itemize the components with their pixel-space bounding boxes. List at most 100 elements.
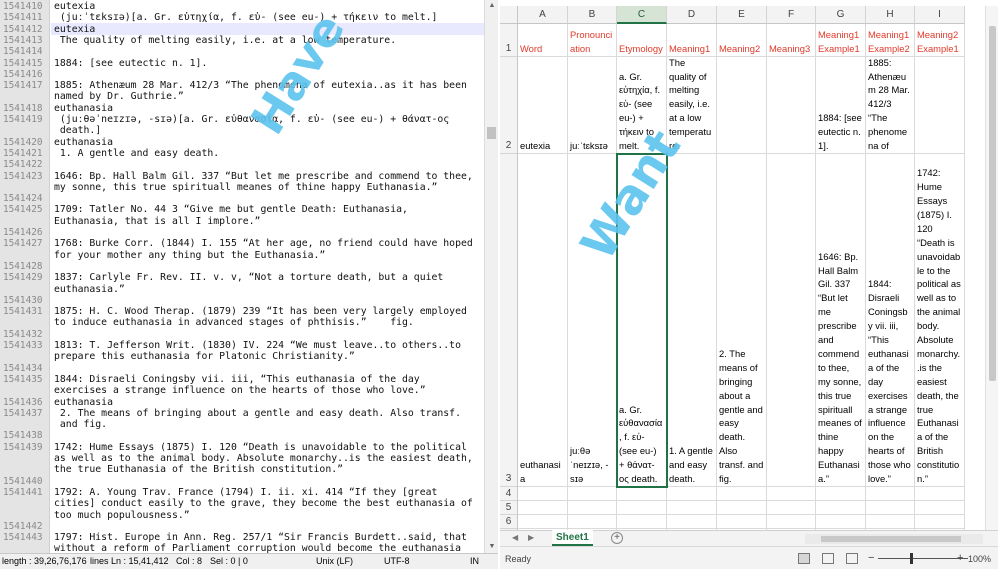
cell-text: The quality of melting easily, i.e. at a… (669, 57, 712, 152)
cell-e2[interactable] (717, 57, 767, 154)
add-sheet-icon[interactable]: + (611, 532, 623, 544)
cell-i3[interactable]: 1742: Hume Essays (1875) I. 120 “Death i… (915, 154, 965, 487)
cell-g5[interactable] (816, 501, 866, 515)
cell-g4[interactable] (816, 487, 866, 501)
cell-e6[interactable] (717, 515, 767, 529)
editor-vertical-scrollbar[interactable]: ▲ ▼ (484, 0, 498, 553)
cell-d2[interactable]: The quality of melting easily, i.e. at a… (667, 57, 717, 154)
cell-text: Meaning2 (719, 43, 761, 55)
cell-g6[interactable] (816, 515, 866, 529)
column-header-f[interactable]: F (767, 6, 816, 24)
tab-sheet1[interactable]: Sheet1 (552, 530, 593, 546)
cell-h3[interactable]: 1844: Disraeli Coningsby vii. iii, “This… (866, 154, 915, 487)
scroll-down-arrow-icon[interactable]: ▼ (485, 541, 498, 553)
cell-c4[interactable] (617, 487, 667, 501)
row-header-5[interactable]: 5 (500, 501, 518, 515)
column-header-g[interactable]: G (816, 6, 866, 24)
cell-h4[interactable] (866, 487, 915, 501)
zoom-level[interactable]: 100% (968, 554, 991, 564)
cell-f5[interactable] (767, 501, 816, 515)
cell-b1[interactable]: Pronounciation (568, 24, 617, 57)
cell-e1[interactable]: Meaning2 (717, 24, 767, 57)
row-header-2[interactable]: 2 (500, 57, 518, 154)
cell-g2[interactable]: 1884: [see eutectic n. 1]. (816, 57, 866, 154)
zoom-slider-knob[interactable] (910, 553, 913, 564)
editor-text-area[interactable]: 1541410 eutexia 1541411 (juːˈtɛksɪə)[a. Gr… (0, 0, 498, 553)
sheet-horizontal-scrollbar[interactable] (805, 534, 983, 544)
page-layout-view-icon[interactable] (822, 553, 834, 564)
row-header-1[interactable]: 1 (500, 24, 518, 57)
editor-line-text: The quality of melting easily, i.e. at a… (54, 34, 397, 46)
cell-b6[interactable] (568, 515, 617, 529)
row-header-4[interactable]: 4 (500, 487, 518, 501)
column-header-b[interactable]: B (568, 6, 617, 24)
cell-a4[interactable] (518, 487, 568, 501)
cell-d5[interactable] (667, 501, 717, 515)
cell-e5[interactable] (717, 501, 767, 515)
page-break-view-icon[interactable] (846, 553, 858, 564)
cell-f6[interactable] (767, 515, 816, 529)
cell-e4[interactable] (717, 487, 767, 501)
zoom-slider[interactable] (878, 558, 968, 559)
sheet-vertical-scrollbar[interactable] (985, 6, 998, 530)
line-number: 1541434 (3, 362, 43, 374)
cell-c2[interactable]: a. Gr. εὐτηχία, f. εὐ- (see eu-) + τήκει… (617, 57, 667, 154)
row-header-3[interactable]: 3 (500, 154, 518, 487)
column-header-d[interactable]: D (667, 6, 717, 24)
sheet-scroll-thumb[interactable] (989, 26, 996, 381)
cell-a2[interactable]: eutexia (518, 57, 568, 154)
cell-i6[interactable] (915, 515, 965, 529)
scroll-up-arrow-icon[interactable]: ▲ (485, 0, 498, 12)
editor-line-text: 1884: [see eutectic n. 1]. (54, 57, 208, 69)
cell-b4[interactable] (568, 487, 617, 501)
select-all-corner[interactable] (500, 6, 518, 24)
cell-b3[interactable]: juːθəˈneɪzɪə, -sɪə (568, 154, 617, 487)
cell-h1[interactable]: Meaning1 Example2 (866, 24, 915, 57)
cell-e3[interactable]: 2. The means of bringing about a gentle … (717, 154, 767, 487)
row-header-6[interactable]: 6 (500, 515, 518, 529)
cell-h5[interactable] (866, 501, 915, 515)
zoom-in-button[interactable]: + (957, 552, 963, 564)
horizontal-scroll-thumb[interactable] (821, 536, 961, 542)
cell-b5[interactable] (568, 501, 617, 515)
tab-nav-right-icon[interactable]: ▶ (528, 533, 534, 542)
cell-i2[interactable] (915, 57, 965, 154)
cell-f4[interactable] (767, 487, 816, 501)
sheet-grid[interactable]: ABCDEFGHI 12345678 WordPronounciationEty… (500, 6, 985, 530)
cell-i5[interactable] (915, 501, 965, 515)
column-header-h[interactable]: H (866, 6, 915, 24)
cell-f1[interactable]: Meaning3 (767, 24, 816, 57)
zoom-out-button[interactable]: − (868, 552, 874, 564)
tab-nav-left-icon[interactable]: ◀ (512, 533, 518, 542)
editor-line-text: exercises a strange influence on the hea… (54, 385, 426, 397)
column-header-i[interactable]: I (915, 6, 965, 24)
cell-h2[interactable]: 1885: Athenæum 28 Mar. 412/3 “The phenom… (866, 57, 915, 154)
cell-f3[interactable] (767, 154, 816, 487)
cell-c6[interactable] (617, 515, 667, 529)
column-header-a[interactable]: A (518, 6, 568, 24)
cell-d3[interactable]: 1. A gentle and easy death. (667, 154, 717, 487)
cell-a6[interactable] (518, 515, 568, 529)
cell-d1[interactable]: Meaning1 (667, 24, 717, 57)
editor-scroll-thumb[interactable] (487, 127, 496, 139)
cell-i1[interactable]: Meaning2 Example1 (915, 24, 965, 57)
cell-a1[interactable]: Word (518, 24, 568, 57)
column-header-c[interactable]: C (617, 6, 667, 24)
cell-a3[interactable]: euthanasia (518, 154, 568, 487)
cell-c1[interactable]: Etymology (617, 24, 667, 57)
editor-line-text: (juːˈtɛksɪə)[a. Gr. εὐτηχία, f. εὐ- (see… (54, 12, 438, 24)
normal-view-icon[interactable] (798, 553, 810, 564)
column-header-e[interactable]: E (717, 6, 767, 24)
cell-i4[interactable] (915, 487, 965, 501)
cell-d6[interactable] (667, 515, 717, 529)
cell-a5[interactable] (518, 501, 568, 515)
cell-c5[interactable] (617, 501, 667, 515)
cell-b2[interactable]: juːˈtɛksɪə (568, 57, 617, 154)
line-number: 1541418 (3, 102, 43, 114)
cell-g3[interactable]: 1646: Bp. Hall Balm Gil. 337 “But let me… (816, 154, 866, 487)
cell-h6[interactable] (866, 515, 915, 529)
cell-d4[interactable] (667, 487, 717, 501)
cell-g1[interactable]: Meaning1 Example1 (816, 24, 866, 57)
cell-f2[interactable] (767, 57, 816, 154)
cell-c3[interactable]: a. Gr. εὐθανασία, f. εὐ- (see eu-) + θάν… (617, 154, 667, 487)
